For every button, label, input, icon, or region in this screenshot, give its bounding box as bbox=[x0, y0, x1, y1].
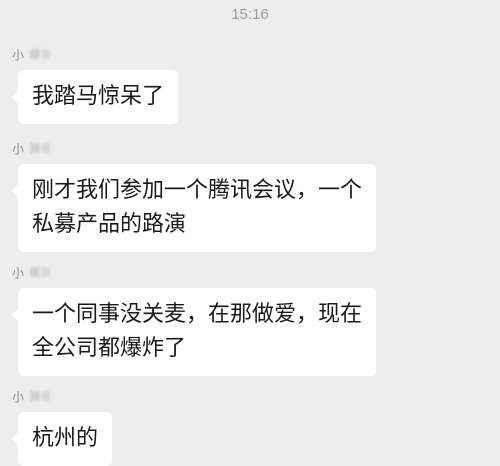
chat-message[interactable]: 小 一个同事没关麦，在那做爱，现在 全公司都爆炸了 bbox=[10, 262, 377, 376]
message-text: 全公司都爆炸了 bbox=[32, 336, 187, 361]
redacted-blur bbox=[42, 49, 51, 59]
redacted-blur bbox=[30, 391, 41, 401]
message-bubble[interactable]: 杭州的 bbox=[10, 412, 113, 466]
message-bubble[interactable]: 我踏马惊呆了 bbox=[10, 70, 179, 124]
sender-name-redacted: 小 bbox=[12, 44, 178, 64]
redacted-blur bbox=[42, 391, 51, 401]
sender-name-glyph: 小 bbox=[12, 265, 25, 280]
message-text: 刚才我们参加一个腾讯会议，一个 bbox=[32, 178, 363, 203]
message-text: 私募产品的路演 bbox=[32, 212, 187, 237]
sender-name-glyph: 小 bbox=[12, 47, 25, 62]
message-text: 我踏马惊呆了 bbox=[32, 84, 165, 109]
sender-name-glyph: 小 bbox=[12, 389, 25, 404]
message-bubble[interactable]: 一个同事没关麦，在那做爱，现在 全公司都爆炸了 bbox=[10, 288, 377, 376]
redacted-blur bbox=[30, 267, 41, 277]
redacted-blur bbox=[42, 143, 51, 153]
chat-message[interactable]: 小 刚才我们参加一个腾讯会议，一个 私募产品的路演 bbox=[10, 138, 377, 252]
status-time: 15:16 bbox=[231, 6, 269, 23]
sender-name-glyph: 小 bbox=[12, 141, 25, 156]
message-bubble[interactable]: 刚才我们参加一个腾讯会议，一个 私募产品的路演 bbox=[10, 164, 377, 252]
redacted-blur bbox=[30, 49, 41, 59]
message-text: 一个同事没关麦，在那做爱，现在 bbox=[32, 302, 363, 327]
sender-name-redacted: 小 bbox=[12, 262, 376, 282]
chat-message[interactable]: 小 杭州的 bbox=[10, 386, 113, 466]
sender-name-redacted: 小 bbox=[12, 386, 112, 406]
redacted-blur bbox=[30, 143, 41, 153]
message-text: 杭州的 bbox=[32, 426, 99, 451]
redacted-blur bbox=[42, 267, 51, 277]
chat-message[interactable]: 小 我踏马惊呆了 bbox=[10, 44, 179, 124]
sender-name-redacted: 小 bbox=[12, 138, 376, 158]
